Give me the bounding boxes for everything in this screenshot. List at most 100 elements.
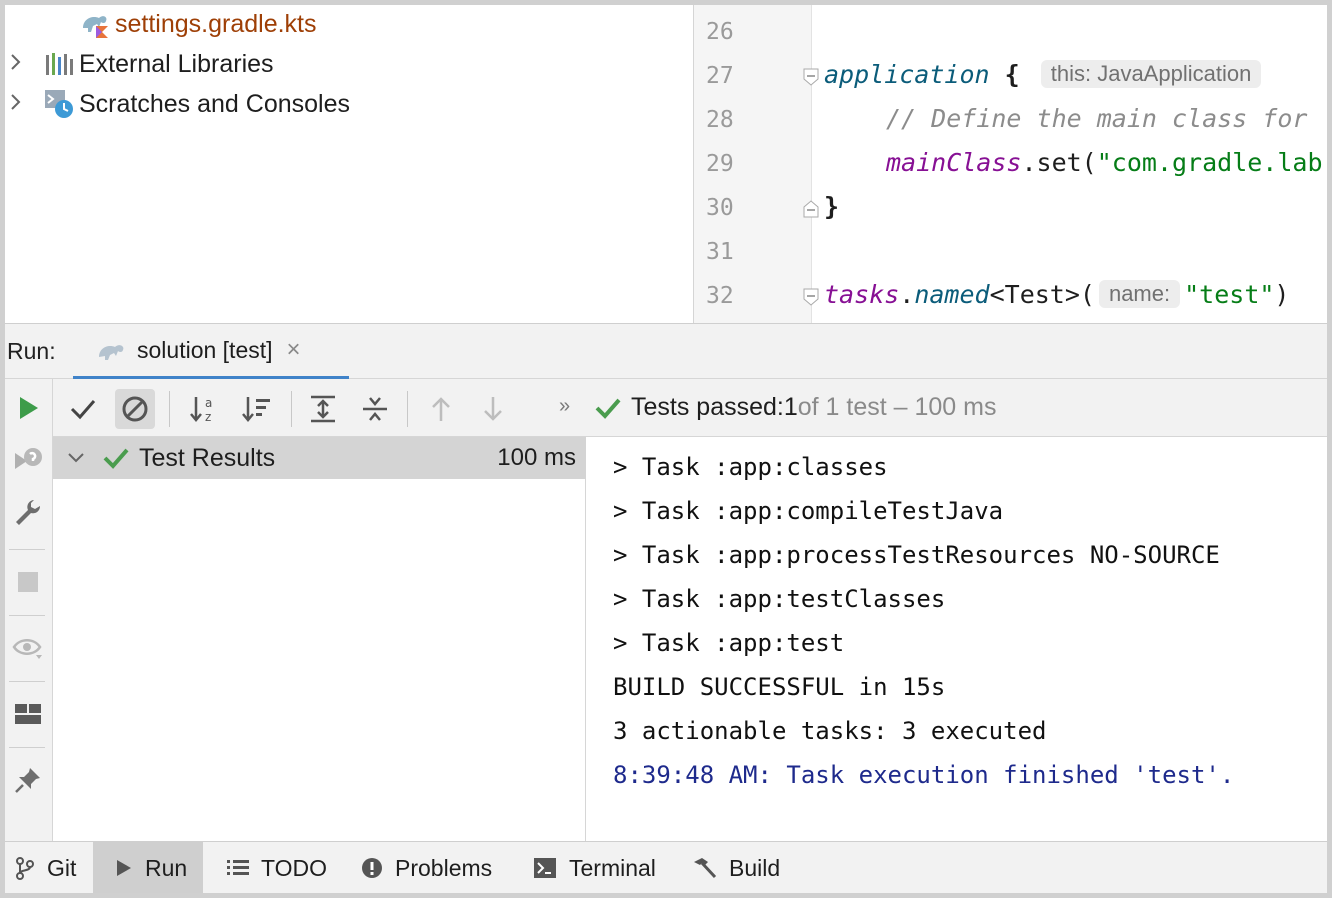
console-line: 8:39:48 AM: Task execution finished 'tes…	[613, 761, 1235, 789]
code-line-29: mainClass.set("com.gradle.lab	[886, 148, 1323, 177]
run-tab-title: solution [test]	[137, 336, 273, 363]
rerun-failed-icon[interactable]	[9, 441, 47, 479]
editor-gutter: 26 27 28 29 30 31 32	[694, 5, 819, 323]
line-number: 29	[706, 151, 734, 177]
console-line: 3 actionable tasks: 3 executed	[613, 717, 1047, 745]
check-icon	[103, 447, 129, 469]
problems-icon	[361, 857, 383, 879]
git-branch-icon	[15, 856, 35, 880]
tool-window-run[interactable]: Run	[93, 842, 203, 893]
run-tab[interactable]: solution [test] ×	[73, 324, 349, 380]
console-line: > Task :app:compileTestJava	[613, 497, 1004, 525]
tool-window-bar: Git Run TODO Problems Terminal Build	[5, 841, 1327, 893]
run-panel-header: Run: solution [test] ×	[5, 323, 1327, 380]
tool-window-git[interactable]: Git	[5, 842, 86, 893]
toolbar-divider	[407, 391, 408, 427]
hammer-icon	[691, 856, 717, 880]
show-ignored-icon[interactable]	[115, 389, 155, 429]
ide-window: settings.gradle.kts External Libraries S…	[5, 5, 1327, 893]
tool-window-label: Terminal	[569, 854, 656, 881]
svg-text:z: z	[205, 410, 211, 424]
sort-by-duration-icon[interactable]	[237, 389, 277, 429]
gradle-kotlin-file-icon	[79, 9, 111, 39]
tool-window-label: TODO	[261, 854, 328, 881]
tool-window-terminal[interactable]: Terminal	[523, 842, 666, 893]
tree-item-settings-gradle[interactable]: settings.gradle.kts	[79, 7, 317, 41]
scratches-icon	[43, 89, 75, 119]
run-side-toolbar	[5, 379, 53, 841]
toolbar-divider	[9, 747, 45, 748]
expand-all-icon[interactable]	[303, 389, 343, 429]
test-results-label: Test Results	[139, 443, 276, 472]
more-actions-icon[interactable]: »	[559, 395, 570, 418]
tool-window-label: Run	[145, 854, 188, 881]
previous-failed-icon[interactable]	[421, 389, 461, 429]
line-number: 26	[706, 19, 734, 45]
tree-item-label: External Libraries	[79, 49, 274, 78]
line-number: 31	[706, 239, 734, 265]
layout-icon[interactable]	[9, 695, 47, 733]
toolbar-divider	[9, 681, 45, 682]
tool-window-label: Build	[729, 854, 781, 881]
toolbar-divider	[169, 391, 170, 427]
todo-list-icon	[227, 859, 249, 877]
tree-item-scratches[interactable]: Scratches and Consoles	[11, 87, 350, 121]
tool-window-label: Git	[47, 854, 77, 881]
code-editor[interactable]: 26 27 28 29 30 31 32 application { this:…	[693, 5, 1327, 323]
code-line-32: tasks.named<Test>(name: "test")	[824, 280, 1290, 309]
wrench-icon[interactable]	[9, 493, 47, 531]
project-tree: settings.gradle.kts External Libraries S…	[5, 5, 693, 323]
collapse-all-icon[interactable]	[355, 389, 395, 429]
console-line: > Task :app:testClasses	[613, 585, 946, 613]
inlay-hint: this: JavaApplication	[1040, 60, 1262, 88]
code-line-30: }	[824, 192, 840, 221]
tool-window-todo[interactable]: TODO	[217, 842, 337, 893]
sort-alphabetically-icon[interactable]: az	[185, 389, 225, 429]
stop-icon[interactable]	[9, 563, 47, 601]
eye-icon[interactable]	[9, 629, 47, 667]
code-line-28: // Define the main class for	[886, 104, 1308, 133]
toolbar-divider	[9, 615, 45, 616]
run-label: Run:	[7, 338, 56, 364]
next-failed-icon[interactable]	[473, 389, 513, 429]
test-toolbar: az » Tests passed: 1 of 1 test – 100 ms	[53, 379, 1327, 437]
tree-item-external-libraries[interactable]: External Libraries	[11, 47, 274, 81]
rerun-icon[interactable]	[9, 389, 47, 427]
tool-window-build[interactable]: Build	[681, 842, 790, 893]
tool-window-problems[interactable]: Problems	[351, 842, 502, 893]
status-suffix: of 1 test – 100 ms	[797, 393, 997, 421]
toolbar-divider	[9, 549, 45, 550]
console-line: > Task :app:test	[613, 629, 845, 657]
chevron-right-icon[interactable]	[9, 91, 23, 120]
tree-item-label: Scratches and Consoles	[79, 89, 350, 118]
chevron-right-icon[interactable]	[9, 51, 23, 80]
status-count: 1	[783, 393, 798, 421]
code-line-27: application { this: JavaApplication	[824, 60, 1267, 89]
test-results-time: 100 ms	[497, 444, 576, 471]
status-prefix: Tests passed:	[631, 393, 784, 421]
line-number: 32	[706, 283, 734, 309]
line-number: 30	[706, 195, 734, 221]
terminal-icon	[533, 857, 557, 879]
svg-text:a: a	[205, 396, 212, 410]
line-number: 27	[706, 63, 734, 89]
test-results-tree: Test Results 100 ms	[53, 437, 586, 841]
console-output[interactable]: > Task :app:classes > Task :app:compileT…	[587, 437, 1327, 841]
toolbar-divider	[291, 391, 292, 427]
chevron-down-icon[interactable]	[67, 452, 85, 464]
inlay-hint: name:	[1098, 280, 1181, 308]
run-icon	[115, 858, 133, 878]
check-icon	[595, 397, 621, 419]
console-line: BUILD SUCCESSFUL in 15s	[613, 673, 946, 701]
line-number: 28	[706, 107, 734, 133]
test-status: Tests passed: 1 of 1 test – 100 ms	[595, 393, 996, 422]
libraries-icon	[43, 49, 75, 79]
code-area[interactable]: application { this: JavaApplication // D…	[812, 5, 1327, 323]
pin-icon[interactable]	[9, 761, 47, 799]
console-line: > Task :app:classes	[613, 453, 888, 481]
console-line: > Task :app:processTestResources NO-SOUR…	[613, 541, 1220, 569]
test-results-root[interactable]: Test Results 100 ms	[53, 437, 586, 479]
close-icon[interactable]: ×	[287, 336, 301, 364]
show-passed-icon[interactable]	[63, 389, 103, 429]
gradle-icon	[97, 339, 127, 361]
